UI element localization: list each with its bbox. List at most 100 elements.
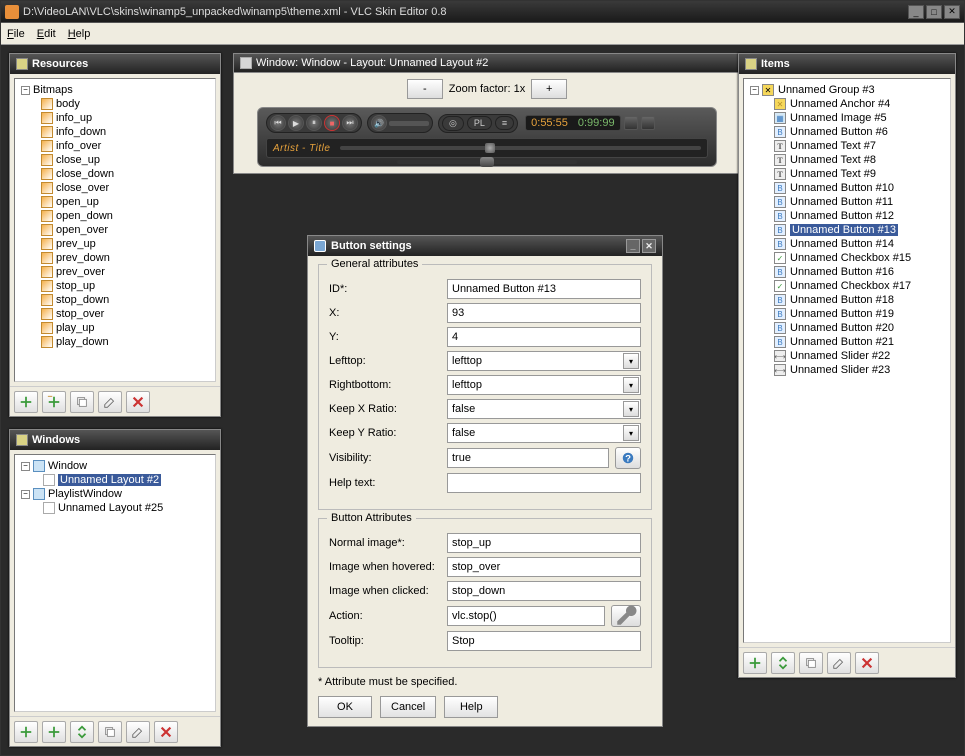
tree-root[interactable]: −Bitmaps — [21, 83, 211, 97]
collapse-icon[interactable]: − — [750, 86, 759, 95]
close-player-button[interactable] — [641, 116, 655, 130]
layout-node[interactable]: Unnamed Layout #25 — [58, 502, 163, 514]
resources-header[interactable]: Resources — [10, 54, 220, 74]
tree-item[interactable]: prev_down — [21, 251, 211, 265]
tree-item[interactable]: BUnnamed Button #10 — [750, 181, 946, 195]
tree-item[interactable]: stop_up — [21, 279, 211, 293]
tree-item[interactable]: ✕Unnamed Anchor #4 — [750, 97, 946, 111]
move-button[interactable] — [771, 652, 795, 674]
add-sub-button[interactable] — [42, 391, 66, 413]
stop-button[interactable]: ■ — [324, 115, 340, 131]
lefttop-select[interactable]: lefttop▾ — [447, 351, 641, 371]
tree-item[interactable]: open_down — [21, 209, 211, 223]
settings-header[interactable]: Button settings _ ✕ — [308, 236, 662, 256]
add-sub-button[interactable] — [42, 721, 66, 743]
collapse-icon[interactable]: − — [21, 86, 30, 95]
titlebar[interactable]: D:\VideoLAN\VLC\skins\winamp5_unpacked\w… — [1, 1, 964, 23]
windows-tree[interactable]: − Window Unnamed Layout #2 − PlaylistWindo… — [14, 454, 216, 712]
loop-button[interactable]: ◎ — [442, 116, 464, 131]
maximize-button[interactable]: □ — [926, 5, 942, 19]
y-input[interactable] — [447, 327, 641, 347]
delete-button[interactable] — [855, 652, 879, 674]
dialog-close-button[interactable]: ✕ — [642, 239, 656, 253]
tree-item[interactable]: body — [21, 97, 211, 111]
seek-thumb[interactable] — [485, 143, 495, 153]
windows-header[interactable]: Windows — [10, 430, 220, 450]
window-node[interactable]: PlaylistWindow — [48, 488, 122, 500]
edit-button[interactable] — [98, 391, 122, 413]
menu-edit[interactable]: Edit — [37, 28, 56, 40]
cancel-button[interactable]: Cancel — [380, 696, 436, 718]
preview-header[interactable]: Window: Window - Layout: Unnamed Layout … — [233, 53, 741, 73]
ok-button[interactable]: OK — [318, 696, 372, 718]
delete-button[interactable] — [154, 721, 178, 743]
help-button[interactable]: Help — [444, 696, 498, 718]
eq-button[interactable]: ≡ — [495, 116, 514, 130]
collapse-icon[interactable]: − — [21, 490, 30, 499]
keepy-select[interactable]: false▾ — [447, 423, 641, 443]
prev-button[interactable]: ⏮ — [270, 115, 286, 131]
tree-root[interactable]: −✕Unnamed Group #3 — [750, 83, 946, 97]
tree-item[interactable]: BUnnamed Button #11 — [750, 195, 946, 209]
tree-item[interactable]: info_down — [21, 125, 211, 139]
tree-item[interactable]: prev_up — [21, 237, 211, 251]
visibility-input[interactable] — [447, 448, 609, 468]
copy-button[interactable] — [98, 721, 122, 743]
tree-item[interactable]: BUnnamed Button #12 — [750, 209, 946, 223]
add-button[interactable] — [743, 652, 767, 674]
copy-button[interactable] — [70, 391, 94, 413]
move-button[interactable] — [70, 721, 94, 743]
playlist-button[interactable]: PL — [467, 116, 492, 130]
chevron-down-icon[interactable]: ▾ — [623, 377, 639, 393]
tree-item[interactable]: play_down — [21, 335, 211, 349]
edit-button[interactable] — [827, 652, 851, 674]
menu-help[interactable]: Help — [68, 28, 91, 40]
player-preview[interactable]: ⏮ ▶ ⏸ ■ ⏭ 🔊 ◎ PL ≡ — [257, 107, 717, 167]
window-node[interactable]: Window — [48, 460, 87, 472]
tree-item[interactable]: open_over — [21, 223, 211, 237]
tree-item[interactable]: stop_down — [21, 293, 211, 307]
resources-tree[interactable]: −Bitmapsbodyinfo_upinfo_downinfo_overclo… — [14, 78, 216, 382]
rightbottom-select[interactable]: lefttop▾ — [447, 375, 641, 395]
tree-item[interactable]: ⟷Unnamed Slider #23 — [750, 363, 946, 377]
tooltip-input[interactable] — [447, 631, 641, 651]
x-input[interactable] — [447, 303, 641, 323]
tree-item[interactable]: close_up — [21, 153, 211, 167]
tree-item[interactable]: play_up — [21, 321, 211, 335]
help-icon[interactable]: ? — [615, 447, 641, 469]
add-button[interactable] — [14, 391, 38, 413]
volume-slider[interactable] — [389, 121, 429, 126]
bottom-thumb[interactable] — [480, 157, 494, 167]
tree-item[interactable]: ✓Unnamed Checkbox #15 — [750, 251, 946, 265]
collapse-icon[interactable]: − — [21, 462, 30, 471]
zoom-in-button[interactable]: + — [531, 79, 567, 99]
tree-item[interactable]: BUnnamed Button #20 — [750, 321, 946, 335]
action-picker-button[interactable] — [611, 605, 641, 627]
tree-item[interactable]: open_up — [21, 195, 211, 209]
minimize-button[interactable]: _ — [908, 5, 924, 19]
chevron-down-icon[interactable]: ▾ — [623, 353, 639, 369]
close-button[interactable]: ✕ — [944, 5, 960, 19]
items-tree[interactable]: −✕Unnamed Group #3✕Unnamed Anchor #4▦Unn… — [743, 78, 951, 643]
tree-item[interactable]: TUnnamed Text #8 — [750, 153, 946, 167]
tree-item[interactable]: info_over — [21, 139, 211, 153]
tree-item[interactable]: BUnnamed Button #21 — [750, 335, 946, 349]
info-button[interactable] — [624, 116, 638, 130]
pause-button[interactable]: ⏸ — [306, 115, 322, 131]
keepx-select[interactable]: false▾ — [447, 399, 641, 419]
chevron-down-icon[interactable]: ▾ — [623, 401, 639, 417]
zoom-out-button[interactable]: - — [407, 79, 443, 99]
tree-item[interactable]: ✓Unnamed Checkbox #17 — [750, 279, 946, 293]
play-button[interactable]: ▶ — [288, 115, 304, 131]
copy-button[interactable] — [799, 652, 823, 674]
add-button[interactable] — [14, 721, 38, 743]
layout-node-selected[interactable]: Unnamed Layout #2 — [58, 474, 161, 486]
edit-button[interactable] — [126, 721, 150, 743]
next-button[interactable]: ⏭ — [342, 115, 358, 131]
action-input[interactable] — [447, 606, 605, 626]
tree-item[interactable]: TUnnamed Text #7 — [750, 139, 946, 153]
mute-button[interactable]: 🔊 — [371, 115, 387, 131]
tree-item[interactable]: close_down — [21, 167, 211, 181]
bottom-slider[interactable] — [397, 160, 577, 164]
tree-item[interactable]: BUnnamed Button #16 — [750, 265, 946, 279]
